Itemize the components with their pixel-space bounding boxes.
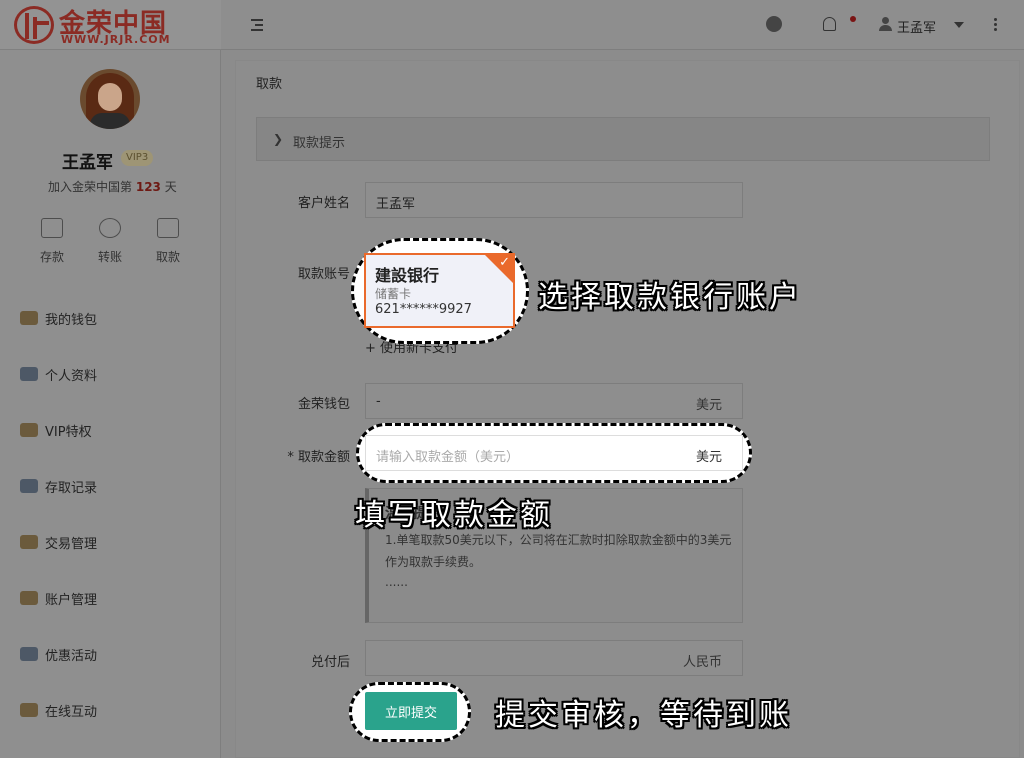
submit-button[interactable]: 立即提交 [365, 692, 457, 730]
sidebar-item-promo[interactable]: 优惠活动 [20, 644, 200, 664]
sidebar: 金荣中国 WWW.JRJR.COM 王孟军 VIP3 加入金荣中国第 123 天… [0, 0, 221, 758]
tips-label: 取款提示 [293, 136, 346, 151]
amount-unit: 美元 [695, 450, 722, 465]
sidebar-item-trade[interactable]: 交易管理 [20, 532, 200, 552]
transfer-icon [99, 218, 121, 238]
topbar: 王孟军 [221, 0, 1024, 50]
sidebar-item-wallet[interactable]: 我的钱包 [20, 308, 200, 328]
wallet-label: 金荣钱包 [297, 397, 350, 412]
quick-action-withdraw[interactable]: 取款 [146, 218, 190, 265]
user-icon[interactable] [879, 17, 892, 31]
logo-mark-icon [14, 6, 54, 44]
vip-badge: VIP3 [121, 150, 154, 166]
page-title: 取款 [256, 77, 283, 92]
join-days-text: 加入金荣中国第 123 天 [48, 180, 177, 194]
quick-action-transfer[interactable]: 转账 [88, 218, 132, 265]
more-vertical-icon[interactable] [994, 18, 997, 32]
logo-url: WWW.JRJR.COM [61, 33, 171, 46]
quick-action-deposit[interactable]: 存款 [30, 218, 74, 265]
wallet-icon [20, 311, 38, 325]
withdraw-icon [157, 218, 179, 238]
trade-icon [20, 535, 38, 549]
amount-input[interactable]: 请输入取款金额（美元） 美元 [365, 435, 743, 471]
tips-collapse[interactable]: ❯ 取款提示 [256, 117, 990, 161]
bank-card-option[interactable]: 建設银行 储蓄卡 621******9927 ✓ [364, 253, 515, 328]
notice-line-1: 1.单笔取款50美元以下，公司将在汇款时扣除取款金额中的3美元作为取款手续费。 [385, 533, 732, 569]
customer-name-label: 客户姓名 [297, 196, 350, 211]
card-number: 621******9927 [375, 302, 472, 317]
profile-icon [20, 367, 38, 381]
menu-toggle-icon[interactable] [251, 18, 265, 32]
chat-icon [20, 703, 38, 717]
bank-name: 建設银行 [375, 266, 440, 285]
chevron-right-icon: ❯ [273, 132, 284, 146]
callout-fill-amount: 填写取款金额 [355, 498, 553, 533]
converted-field: 人民币 [365, 640, 743, 676]
logo[interactable]: 金荣中国 WWW.JRJR.COM [0, 0, 221, 50]
card-type: 储蓄卡 [375, 287, 412, 301]
check-icon: ✓ [499, 255, 510, 270]
sidebar-item-records[interactable]: 存取记录 [20, 476, 200, 496]
user-name: 王孟军 [62, 153, 113, 173]
records-icon [20, 479, 38, 493]
wallet-field: - 美元 [365, 383, 743, 419]
promo-icon [20, 647, 38, 661]
deposit-icon [41, 218, 63, 238]
bell-icon[interactable] [823, 17, 836, 31]
chevron-down-icon[interactable] [954, 22, 964, 28]
sidebar-item-account[interactable]: 账户管理 [20, 588, 200, 608]
support-icon[interactable] [766, 16, 782, 32]
account-icon [20, 591, 38, 605]
notice-line-2: ...... [385, 575, 408, 589]
topbar-user-name[interactable]: 王孟军 [897, 17, 936, 36]
callout-select-account: 选择取款银行账户 [538, 280, 802, 315]
amount-label: * 取款金额 [287, 450, 350, 465]
avatar[interactable] [80, 69, 140, 129]
amount-placeholder: 请输入取款金额（美元） [376, 450, 520, 465]
vip-icon [20, 423, 38, 437]
sidebar-item-chat[interactable]: 在线互动 [20, 700, 200, 720]
sidebar-item-vip[interactable]: VIP特权 [20, 420, 200, 440]
customer-name-field: 王孟军 [365, 182, 743, 218]
account-label: 取款账号 [297, 267, 350, 282]
converted-label: 兑付后 [310, 655, 350, 670]
callout-submit-review: 提交审核，等待到账 [495, 698, 792, 733]
sidebar-item-profile[interactable]: 个人资料 [20, 364, 200, 384]
notification-dot [850, 16, 856, 22]
